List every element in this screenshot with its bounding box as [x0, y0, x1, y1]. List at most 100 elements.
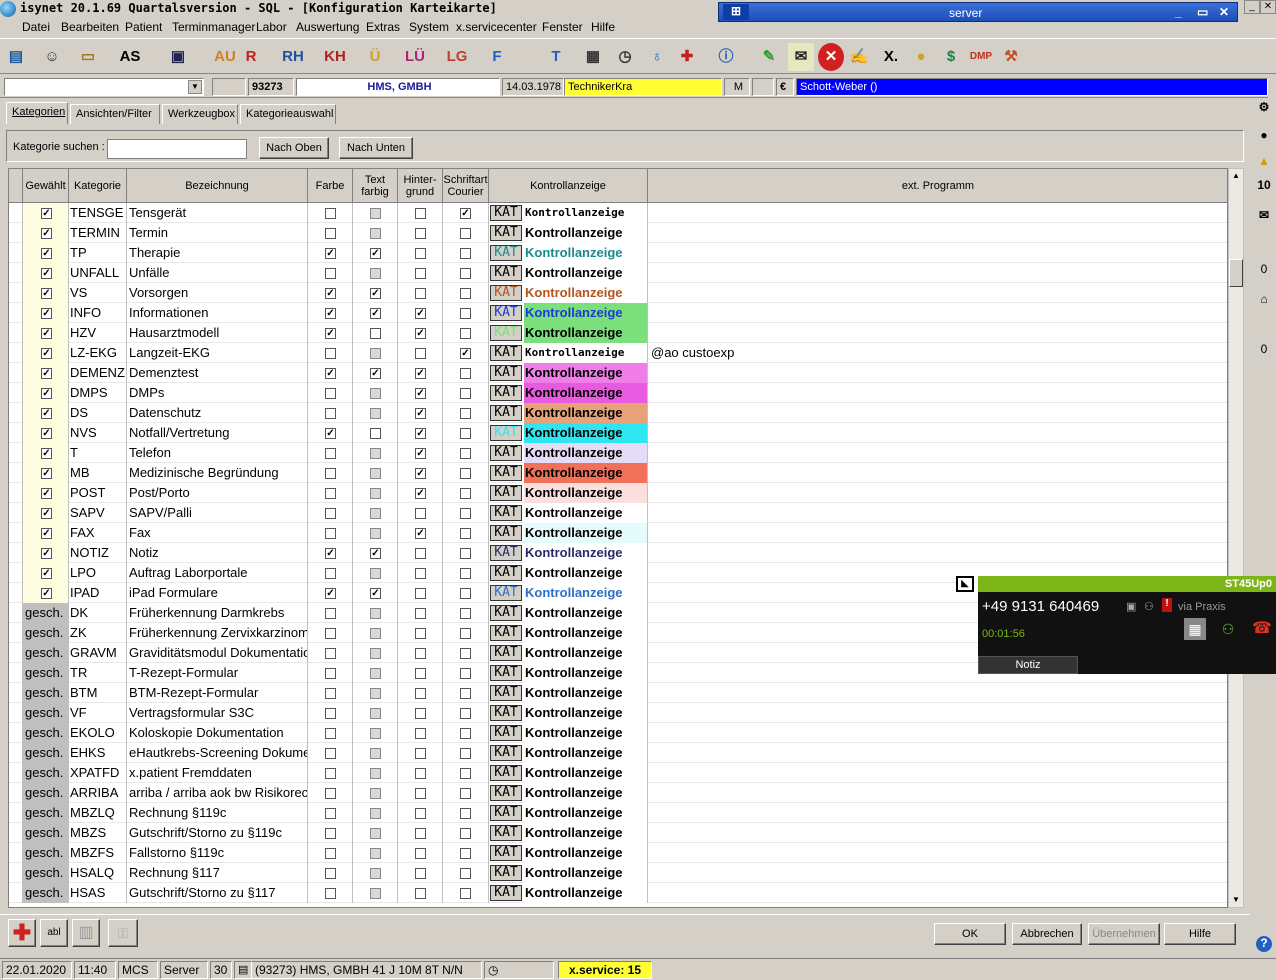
col-kontrollanzeige[interactable]: Kontrollanzeige — [489, 169, 648, 203]
option-cell[interactable] — [443, 663, 489, 683]
option-cell[interactable] — [443, 443, 489, 463]
selected-cell[interactable]: ✓ — [23, 323, 69, 343]
text-color-checkbox[interactable] — [370, 848, 381, 859]
ext-program[interactable] — [648, 763, 1227, 783]
option-cell[interactable] — [443, 583, 489, 603]
background-checkbox[interactable]: ✓ — [415, 408, 426, 419]
option-cell[interactable] — [308, 623, 353, 643]
selected-cell[interactable]: ✓ — [23, 543, 69, 563]
selected-checkbox[interactable]: ✓ — [41, 588, 52, 599]
background-checkbox[interactable] — [415, 728, 426, 739]
row-indicator[interactable] — [9, 543, 23, 563]
apply-button[interactable]: Übernehmen — [1088, 923, 1160, 945]
selected-checkbox[interactable]: ✓ — [41, 448, 52, 459]
option-cell[interactable]: ✓ — [443, 203, 489, 223]
ext-program[interactable] — [648, 543, 1227, 563]
row-indicator[interactable] — [9, 523, 23, 543]
row-indicator[interactable] — [9, 783, 23, 803]
option-cell[interactable]: ✓ — [353, 283, 398, 303]
menu-terminmanager[interactable]: Terminmanager — [172, 20, 255, 34]
document-icon[interactable]: ▤ — [234, 961, 252, 979]
option-cell[interactable]: ✓ — [353, 303, 398, 323]
option-cell[interactable]: ✓ — [398, 303, 443, 323]
ok-button[interactable]: OK — [934, 923, 1006, 945]
option-cell[interactable]: ✓ — [443, 343, 489, 363]
background-checkbox[interactable]: ✓ — [415, 328, 426, 339]
option-cell[interactable] — [308, 383, 353, 403]
user-icon[interactable]: ● — [1256, 128, 1272, 142]
background-checkbox[interactable]: ✓ — [415, 488, 426, 499]
row-indicator[interactable] — [9, 563, 23, 583]
option-cell[interactable] — [353, 703, 398, 723]
ext-program[interactable] — [648, 283, 1227, 303]
option-cell[interactable] — [398, 223, 443, 243]
table-row[interactable]: gesch. MBZLQ Rechnung §119c KAT Kontrollanze… — [9, 803, 1227, 823]
courier-checkbox[interactable] — [460, 708, 471, 719]
option-cell[interactable]: ✓ — [398, 403, 443, 423]
option-cell[interactable] — [443, 823, 489, 843]
background-checkbox[interactable] — [415, 208, 426, 219]
option-cell[interactable] — [353, 203, 398, 223]
row-indicator[interactable] — [9, 583, 23, 603]
menu-xservicecenter[interactable]: x.servicecenter — [456, 20, 537, 34]
selected-cell[interactable]: gesch. — [23, 623, 69, 643]
selected-checkbox[interactable]: ✓ — [41, 388, 52, 399]
option-cell[interactable] — [443, 803, 489, 823]
option-cell[interactable]: ✓ — [308, 323, 353, 343]
color-checkbox[interactable] — [325, 348, 336, 359]
option-cell[interactable] — [353, 863, 398, 883]
option-cell[interactable] — [308, 403, 353, 423]
keypad-icon[interactable]: ▦ — [1184, 618, 1206, 640]
selected-cell[interactable]: gesch. — [23, 743, 69, 763]
text-color-checkbox[interactable] — [370, 328, 381, 339]
row-indicator[interactable] — [9, 283, 23, 303]
dmp-button[interactable]: DMP — [966, 43, 996, 71]
menu-system[interactable]: System — [409, 20, 449, 34]
courier-checkbox[interactable] — [460, 508, 471, 519]
table-row[interactable]: gesch. HSAS Gutschrift/Storno zu §117 KAT Ko… — [9, 883, 1227, 903]
option-cell[interactable] — [353, 523, 398, 543]
option-cell[interactable] — [398, 703, 443, 723]
option-cell[interactable]: ✓ — [308, 363, 353, 383]
doctor-select[interactable]: Schott-Weber () — [796, 78, 1268, 96]
option-cell[interactable] — [308, 463, 353, 483]
text-color-checkbox[interactable] — [370, 448, 381, 459]
selected-checkbox[interactable]: ✓ — [41, 288, 52, 299]
text-color-checkbox[interactable] — [370, 628, 381, 639]
option-cell[interactable]: ✓ — [398, 483, 443, 503]
option-cell[interactable] — [398, 603, 443, 623]
background-checkbox[interactable]: ✓ — [415, 468, 426, 479]
color-checkbox[interactable]: ✓ — [325, 288, 336, 299]
color-checkbox[interactable] — [325, 468, 336, 479]
selected-cell[interactable]: ✓ — [23, 263, 69, 283]
option-cell[interactable]: ✓ — [353, 363, 398, 383]
text-color-checkbox[interactable] — [370, 508, 381, 519]
trash-icon[interactable]: ▥ — [72, 919, 100, 947]
row-indicator[interactable] — [9, 323, 23, 343]
courier-checkbox[interactable] — [460, 468, 471, 479]
selected-cell[interactable]: gesch. — [23, 763, 69, 783]
menu-bearbeiten[interactable]: Bearbeiten — [61, 20, 119, 34]
text-color-checkbox[interactable] — [370, 468, 381, 479]
selected-cell[interactable]: gesch. — [23, 643, 69, 663]
mail-icon[interactable]: ✉ — [1256, 208, 1272, 222]
background-checkbox[interactable] — [415, 808, 426, 819]
color-checkbox[interactable] — [325, 788, 336, 799]
help-button[interactable]: Hilfe — [1164, 923, 1236, 945]
selected-cell[interactable]: gesch. — [23, 843, 69, 863]
courier-checkbox[interactable] — [460, 648, 471, 659]
toolbar-au-button[interactable]: AU — [212, 43, 238, 71]
patient-select-dropdown[interactable]: ▼ — [4, 78, 204, 96]
color-checkbox[interactable] — [325, 388, 336, 399]
selected-cell[interactable]: ✓ — [23, 383, 69, 403]
courier-checkbox[interactable] — [460, 788, 471, 799]
background-checkbox[interactable] — [415, 568, 426, 579]
table-row[interactable]: ✓ HZV Hausarztmodell ✓ ✓ KAT Kontrollanzeige — [9, 323, 1227, 343]
option-cell[interactable] — [353, 683, 398, 703]
selected-checkbox[interactable]: ✓ — [41, 568, 52, 579]
ext-program[interactable] — [648, 503, 1227, 523]
selected-checkbox[interactable]: ✓ — [41, 348, 52, 359]
option-cell[interactable]: ✓ — [398, 463, 443, 483]
color-checkbox[interactable] — [325, 528, 336, 539]
text-color-checkbox[interactable] — [370, 868, 381, 879]
